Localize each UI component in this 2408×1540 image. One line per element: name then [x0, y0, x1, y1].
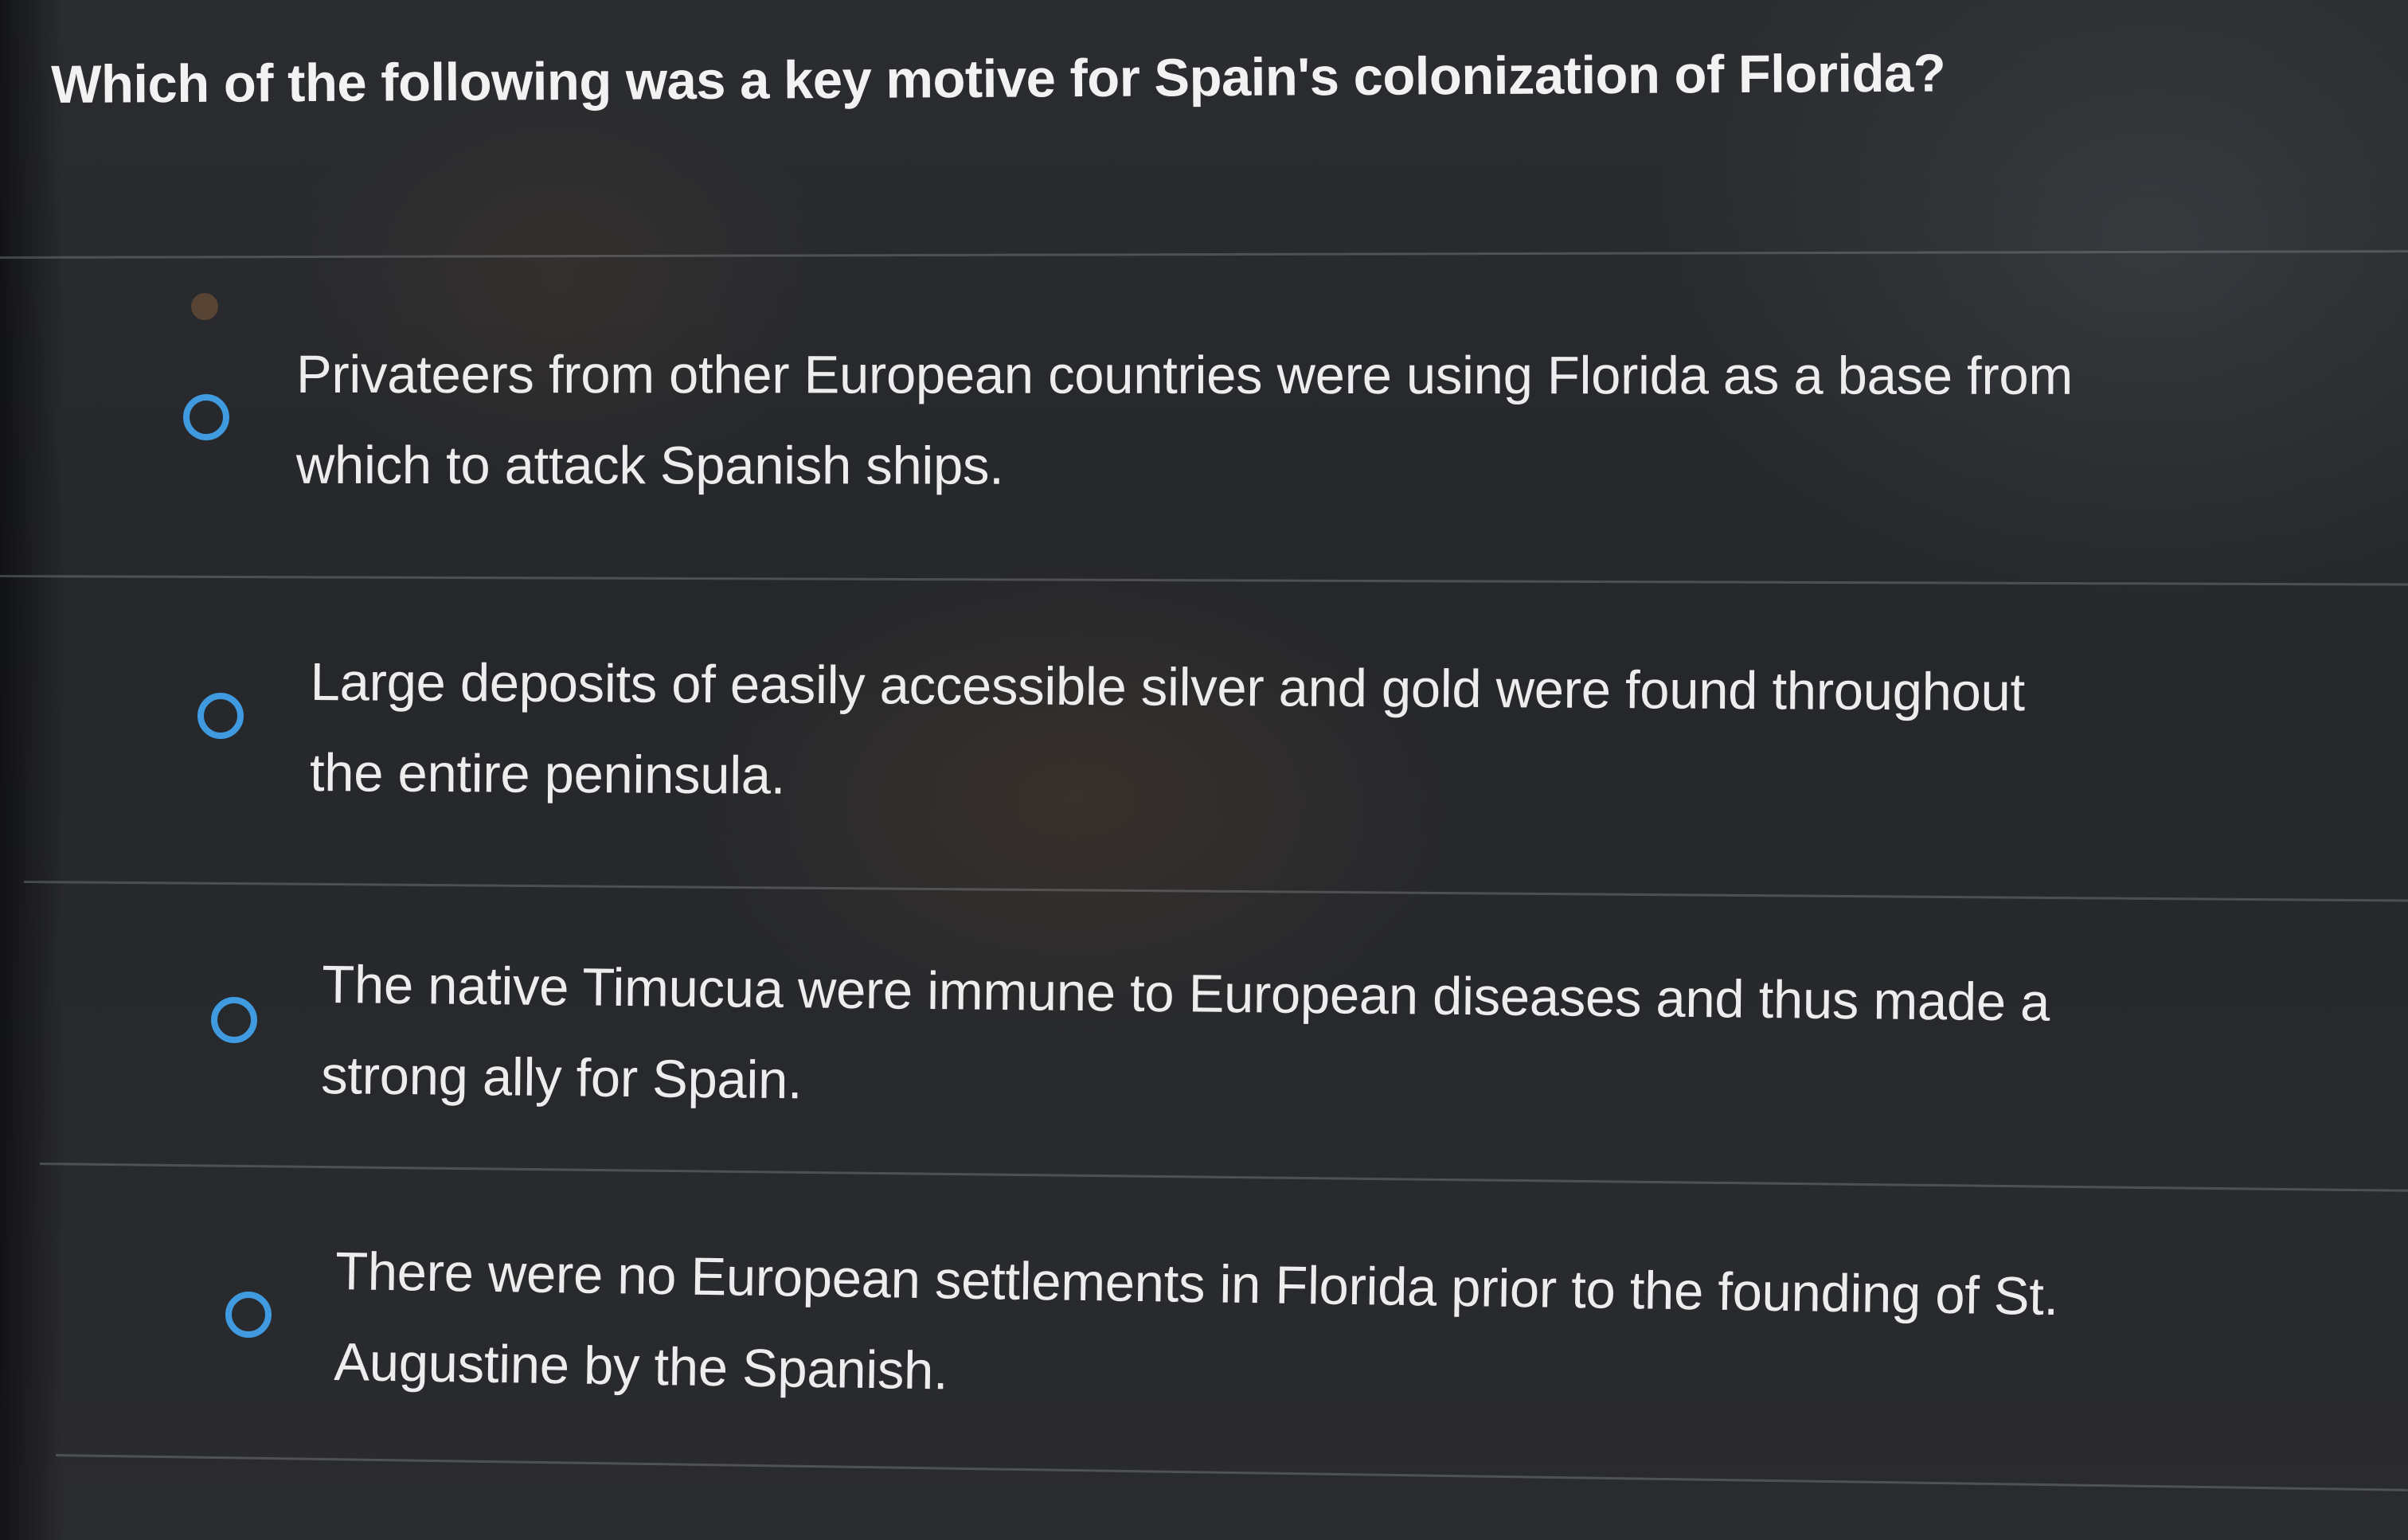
answer-option-4[interactable]: There were no European settlements in Fl… [0, 1226, 2408, 1465]
option-3-text: The native Timucua were immune to Europe… [321, 940, 2393, 1143]
option-2-line-2: the entire peninsula. [309, 742, 786, 806]
option-2-text: Large deposits of easily accessible silv… [310, 637, 2381, 831]
option-2-line-1: Large deposits of easily accessible silv… [310, 651, 2026, 723]
radio-button-option-3[interactable] [211, 997, 257, 1043]
divider [0, 250, 2408, 259]
option-1-line-2: which to attack Spanish ships. [295, 435, 1004, 496]
answer-option-2[interactable]: Large deposits of easily accessible silv… [0, 637, 2408, 876]
option-1-text: Privateers from other European countries… [296, 330, 2383, 513]
decorative-dot [191, 293, 218, 320]
answer-option-3[interactable]: The native Timucua were immune to Europe… [0, 940, 2408, 1186]
option-4-text: There were no European settlements in Fl… [334, 1226, 2390, 1438]
option-1-line-1: Privateers from other European countries… [296, 344, 2073, 406]
divider [23, 881, 2408, 902]
quiz-screen: Which of the following was a key motive … [0, 0, 2408, 1540]
question-text: Which of the following was a key motive … [51, 43, 1946, 115]
radio-button-option-2[interactable] [197, 693, 244, 739]
radio-button-option-1[interactable] [183, 394, 229, 440]
radio-button-option-4[interactable] [225, 1292, 272, 1338]
answer-option-1[interactable]: Privateers from other European countries… [0, 326, 2408, 581]
